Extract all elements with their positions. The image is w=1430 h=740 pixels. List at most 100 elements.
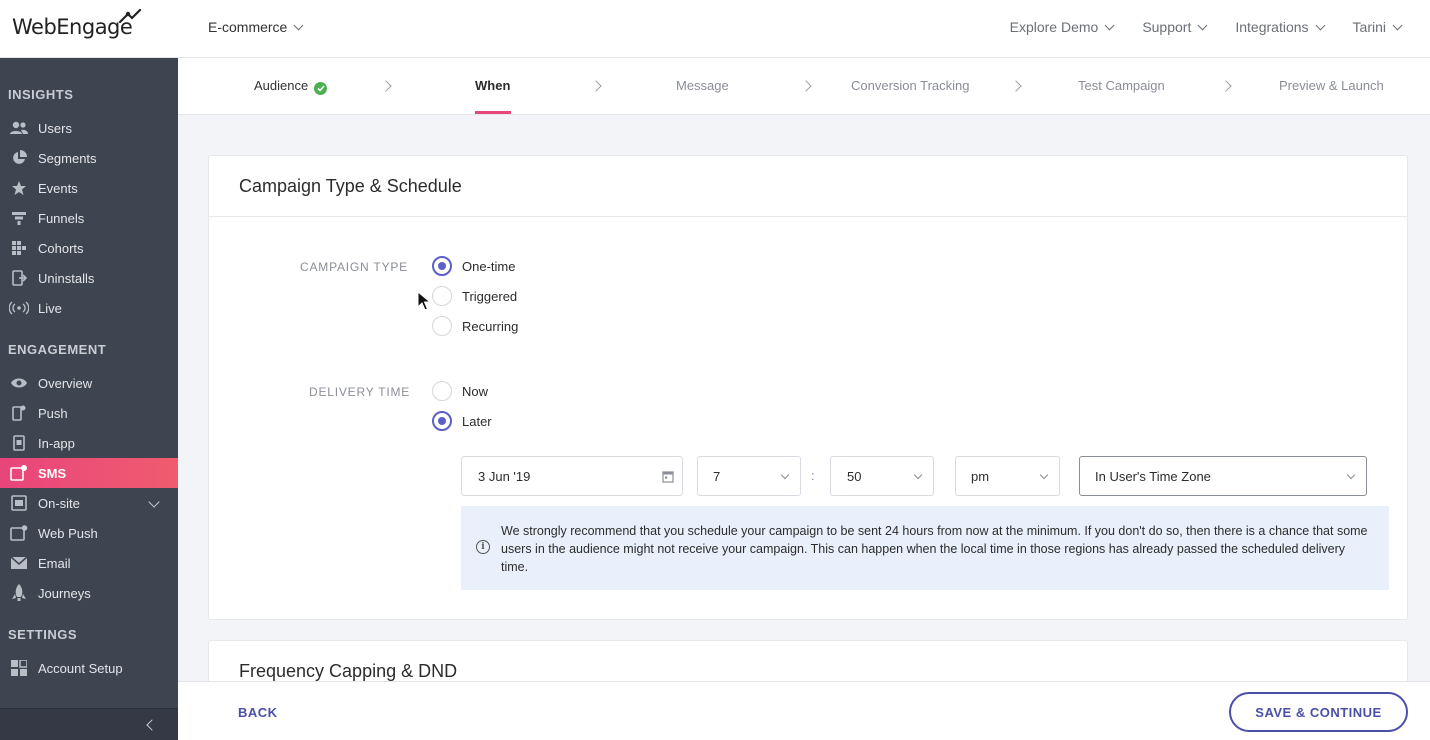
radio-label: Now (462, 383, 489, 399)
logo-bird-icon (118, 8, 142, 24)
sidebar-item-label: Cohorts (38, 240, 84, 256)
sidebar-item-label: SMS (38, 465, 67, 481)
sidebar-item-live[interactable]: Live (0, 293, 178, 323)
radio-label: Later (462, 413, 492, 429)
uninstall-icon (9, 268, 29, 288)
grid-icon (9, 238, 29, 258)
sidebar-item-segments[interactable]: Segments (0, 143, 178, 173)
sidebar-item-label: Uninstalls (38, 270, 95, 286)
sidebar-item-label: In-app (38, 435, 75, 451)
sidebar-item-push[interactable]: Push (0, 398, 178, 428)
project-selector[interactable]: E-commerce (208, 19, 304, 35)
sidebar-item-on-site[interactable]: On-site (0, 488, 178, 518)
chevron-right-icon (590, 80, 602, 92)
sidebar-item-label: On-site (38, 495, 80, 511)
calendar-icon[interactable] (662, 470, 674, 486)
step-label: When (475, 78, 511, 93)
step-conversion-tracking[interactable]: Conversion Tracking (851, 78, 970, 93)
sidebar-item-users[interactable]: Users (0, 113, 178, 143)
nav-integrations[interactable]: Integrations (1235, 19, 1325, 35)
sidebar-item-label: Segments (38, 150, 97, 166)
save-continue-button[interactable]: SAVE & CONTINUE (1229, 692, 1408, 732)
sidebar-item-overview[interactable]: Overview (0, 368, 178, 398)
radio-button[interactable] (432, 411, 452, 431)
nav-support[interactable]: Support (1142, 19, 1208, 35)
mobile-push-icon (9, 403, 29, 423)
sidebar-item-funnels[interactable]: Funnels (0, 203, 178, 233)
radio-now[interactable]: Now (432, 381, 488, 401)
sidebar-item-account-setup[interactable]: Account Setup (0, 653, 178, 683)
chevron-right-icon (1010, 80, 1022, 92)
step-audience[interactable]: Audience (254, 78, 328, 95)
sidebar-item-email[interactable]: Email (0, 548, 178, 578)
nav-user-menu[interactable]: Tarini (1353, 19, 1403, 35)
sidebar-item-cohorts[interactable]: Cohorts (0, 233, 178, 263)
radio-later[interactable]: Later (432, 411, 492, 431)
step-label: Test Campaign (1078, 78, 1165, 93)
hour-select[interactable]: 7 (697, 456, 801, 496)
sidebar-item-events[interactable]: Events (0, 173, 178, 203)
sidebar-item-in-app[interactable]: In-app (0, 428, 178, 458)
footer-bar: BACK SAVE & CONTINUE (178, 681, 1430, 740)
radio-button[interactable] (432, 256, 452, 276)
top-bar: WebEngage E-commerce Explore Demo Suppor… (0, 0, 1430, 58)
minute-select[interactable]: 50 (830, 456, 934, 496)
radio-button[interactable] (432, 286, 452, 306)
radio-one-time[interactable]: One-time (432, 256, 515, 276)
sidebar-item-label: Events (38, 180, 78, 196)
sidebar-collapse-button[interactable] (0, 708, 178, 740)
webengage-logo[interactable]: WebEngage (12, 8, 142, 42)
schedule-warning-notice: i We strongly recommend that you schedul… (461, 506, 1389, 590)
step-message[interactable]: Message (676, 78, 729, 93)
nav-support-label: Support (1142, 19, 1192, 35)
campaign-stepper: Audience When Message Conversion Trackin… (178, 58, 1430, 115)
radio-triggered[interactable]: Triggered (432, 286, 517, 306)
radio-recurring[interactable]: Recurring (432, 316, 518, 336)
account-setup-icon (9, 658, 29, 678)
chevron-right-icon (800, 80, 812, 92)
radio-button[interactable] (432, 381, 452, 401)
chevron-down-icon[interactable] (148, 496, 160, 508)
delivery-time-label: DELIVERY TIME (309, 385, 411, 399)
users-icon (9, 118, 29, 138)
mouse-cursor-icon (417, 291, 431, 311)
ampm-select[interactable]: pm (955, 456, 1060, 496)
live-broadcast-icon (9, 298, 29, 318)
on-site-icon (9, 493, 29, 513)
date-value: 3 Jun '19 (478, 468, 531, 484)
sidebar-item-label: Funnels (38, 210, 85, 226)
step-test-campaign[interactable]: Test Campaign (1078, 78, 1165, 93)
sidebar-section-insights: INSIGHTS (8, 87, 74, 102)
timezone-value: In User's Time Zone (1095, 468, 1211, 484)
sidebar-item-label: Users (38, 120, 72, 136)
date-picker-input[interactable]: 3 Jun '19 (461, 456, 683, 496)
sidebar-section-engagement: ENGAGEMENT (8, 342, 107, 357)
web-push-icon (9, 523, 29, 543)
radio-label: Triggered (462, 288, 518, 304)
chevron-down-icon (293, 20, 304, 30)
sidebar-item-journeys[interactable]: Journeys (0, 578, 178, 608)
sidebar: INSIGHTS Users Segments Events Funnels C… (0, 58, 178, 740)
nav-explore-demo[interactable]: Explore Demo (1010, 19, 1115, 35)
chevron-right-icon (380, 80, 392, 92)
sidebar-item-uninstalls[interactable]: Uninstalls (0, 263, 178, 293)
step-when[interactable]: When (475, 78, 510, 93)
sidebar-item-web-push[interactable]: Web Push (0, 518, 178, 548)
chevron-down-icon (1104, 20, 1115, 30)
step-preview-launch[interactable]: Preview & Launch (1279, 78, 1384, 93)
chevron-right-icon (1220, 80, 1232, 92)
sidebar-item-label: Email (38, 555, 71, 571)
pie-chart-icon (9, 148, 29, 168)
info-icon: i (476, 540, 490, 554)
sidebar-item-label: Web Push (38, 525, 98, 541)
sidebar-item-label: Overview (38, 375, 93, 391)
schedule-card: Campaign Type & Schedule CAMPAIGN TYPE O… (208, 155, 1408, 620)
email-icon (9, 553, 29, 573)
back-button[interactable]: BACK (238, 705, 278, 720)
timezone-select[interactable]: In User's Time Zone (1079, 456, 1367, 496)
nav-integrations-label: Integrations (1235, 19, 1309, 35)
sidebar-item-sms[interactable]: SMS (0, 458, 178, 488)
star-icon (9, 178, 29, 198)
funnel-icon (9, 208, 29, 228)
radio-button[interactable] (432, 316, 452, 336)
